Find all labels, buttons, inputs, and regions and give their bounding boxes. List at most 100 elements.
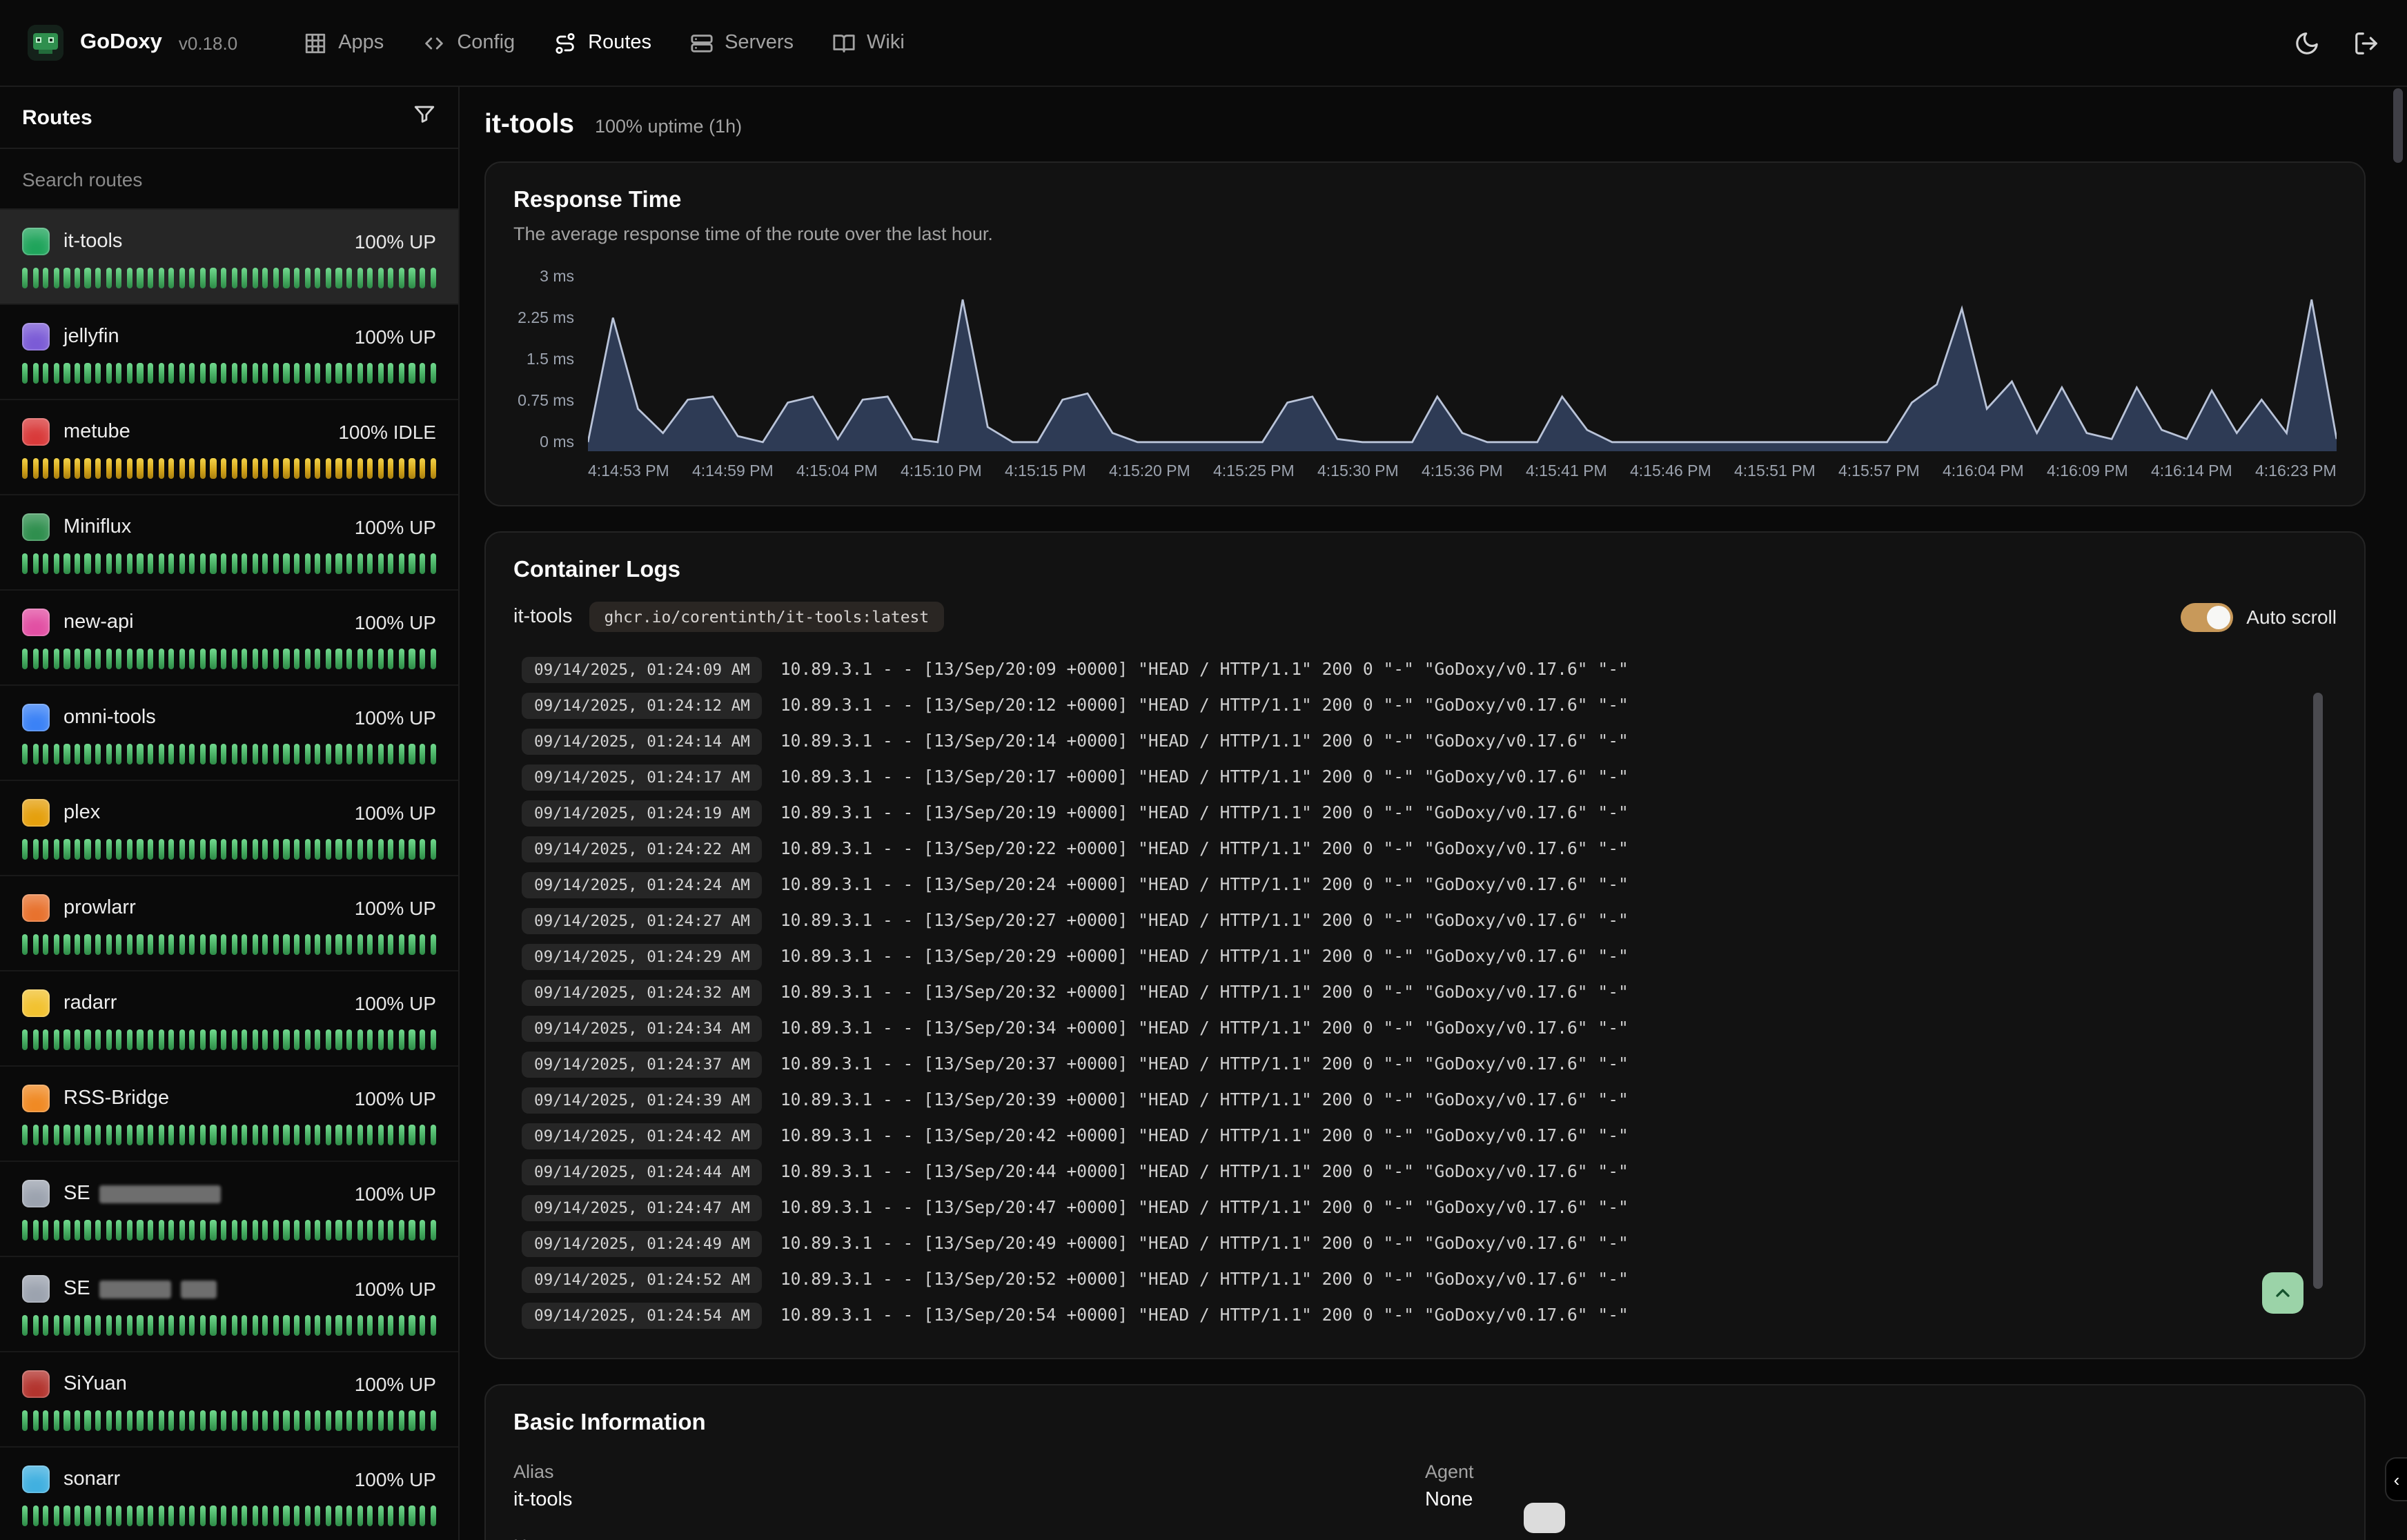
route-item-it-tools[interactable]: it-tools100% UP <box>0 210 458 305</box>
uptime-bar <box>53 934 59 955</box>
log-scrollbar-thumb[interactable] <box>2313 693 2323 1289</box>
uptime-bar <box>388 1506 393 1526</box>
route-item-sonarr[interactable]: sonarr100% UP <box>0 1448 458 1540</box>
nav-item-servers[interactable]: Servers <box>690 31 794 55</box>
panel-collapse-tab[interactable]: ‹ <box>2385 1457 2407 1501</box>
route-item-miniflux[interactable]: Miniflux100% UP <box>0 495 458 591</box>
theme-toggle-moon-icon[interactable] <box>2294 30 2320 56</box>
route-item-plex[interactable]: plex100% UP <box>0 781 458 876</box>
uptime-bar <box>43 1506 48 1526</box>
server-icon <box>690 31 714 55</box>
route-status: 100% UP <box>355 707 436 729</box>
uptime-bar <box>106 1315 111 1336</box>
uptime-bar <box>137 934 143 955</box>
uptime-bar <box>221 649 226 669</box>
nav-item-routes[interactable]: Routes <box>553 31 651 55</box>
route-item-metube[interactable]: metube100% IDLE <box>0 400 458 495</box>
route-item-se-1[interactable]: SE100% UP <box>0 1162 458 1257</box>
log-timestamp-pill: 09/14/2025, 01:24:54 AM <box>522 1302 763 1328</box>
uptime-bar <box>294 363 299 384</box>
uptime-bar <box>294 1315 299 1336</box>
uptime-bar <box>357 934 362 955</box>
route-item-prowlarr[interactable]: prowlarr100% UP <box>0 876 458 971</box>
uptime-bar <box>75 1315 80 1336</box>
uptime-bar <box>284 744 289 764</box>
uptime-bar <box>75 744 80 764</box>
uptime-bar <box>190 1315 195 1336</box>
route-item-radarr[interactable]: radarr100% UP <box>0 971 458 1067</box>
uptime-bar <box>263 1315 268 1336</box>
route-name: new-api <box>63 611 134 633</box>
scroll-to-bottom-button[interactable] <box>2262 1272 2303 1314</box>
logout-icon[interactable] <box>2353 30 2379 56</box>
log-timestamp-pill: 09/14/2025, 01:24:17 AM <box>522 764 763 790</box>
main-content: it-tools 100% uptime (1h) Response Time … <box>460 87 2407 1540</box>
uptime-bar <box>430 1125 435 1145</box>
route-item-jellyfin[interactable]: jellyfin100% UP <box>0 305 458 400</box>
uptime-bar <box>430 553 435 574</box>
uptime-bar <box>190 1410 195 1431</box>
uptime-bar <box>85 1315 90 1336</box>
auto-scroll-toggle[interactable] <box>2180 602 2232 631</box>
log-message: 10.89.3.1 - - [13/Sep/20:52 +0000] "HEAD… <box>780 1270 1629 1289</box>
uptime-bar <box>64 268 70 288</box>
nav-item-config[interactable]: Config <box>422 31 515 55</box>
uptime-bar <box>148 1506 153 1526</box>
log-row: 09/14/2025, 01:24:22 AM10.89.3.1 - - [13… <box>522 831 2337 867</box>
prowlarr-app-icon <box>22 894 50 922</box>
log-row: 09/14/2025, 01:24:14 AM10.89.3.1 - - [13… <box>522 723 2337 759</box>
uptime-bar <box>190 458 195 479</box>
uptime-bar <box>252 458 257 479</box>
route-item-new-api[interactable]: new-api100% UP <box>0 591 458 686</box>
route-item-se-2[interactable]: SE100% UP <box>0 1257 458 1352</box>
uptime-bar <box>127 839 132 860</box>
siyuan-app-icon <box>22 1370 50 1398</box>
uptime-bar <box>200 839 206 860</box>
uptime-bar <box>168 934 174 955</box>
uptime-bar <box>106 1506 111 1526</box>
filter-icon[interactable] <box>413 102 436 132</box>
route-item-rss-bridge[interactable]: RSS-Bridge100% UP <box>0 1067 458 1162</box>
plex-app-icon <box>22 799 50 827</box>
uptime-bar <box>32 268 38 288</box>
search-input[interactable] <box>0 168 458 190</box>
log-message: 10.89.3.1 - - [13/Sep/20:19 +0000] "HEAD… <box>780 803 1629 822</box>
uptime-bar <box>221 1315 226 1336</box>
page-scrollbar-thumb[interactable] <box>2393 88 2403 163</box>
uptime-bar <box>284 1220 289 1241</box>
uptime-bar <box>116 458 121 479</box>
uptime-bar <box>106 363 111 384</box>
uptime-bar <box>304 363 310 384</box>
uptime-bar <box>263 268 268 288</box>
uptime-bar <box>210 268 216 288</box>
uptime-bar <box>284 268 289 288</box>
uptime-bar <box>242 934 247 955</box>
uptime-bar <box>242 458 247 479</box>
metube-app-icon <box>22 418 50 446</box>
route-status: 100% UP <box>355 326 436 348</box>
uptime-bar <box>22 1029 28 1050</box>
log-row: 09/14/2025, 01:24:12 AM10.89.3.1 - - [13… <box>522 687 2337 723</box>
uptime-bar <box>304 1506 310 1526</box>
uptime-bar <box>231 1506 237 1526</box>
uptime-bar <box>420 1506 425 1526</box>
uptime-bar <box>231 1029 237 1050</box>
uptime-bar <box>200 744 206 764</box>
uptime-bar <box>304 1410 310 1431</box>
uptime-bar <box>127 268 132 288</box>
uptime-bar <box>179 458 184 479</box>
route-item-siyuan[interactable]: SiYuan100% UP <box>0 1352 458 1448</box>
uptime-badge: 100% uptime (1h) <box>595 116 742 137</box>
nav-item-apps[interactable]: Apps <box>304 31 384 55</box>
uptime-bar <box>190 553 195 574</box>
route-item-omni-tools[interactable]: omni-tools100% UP <box>0 686 458 781</box>
nav-item-wiki[interactable]: Wiki <box>832 31 905 55</box>
logs-subheader: it-tools ghcr.io/corentinth/it-tools:lat… <box>513 602 2337 632</box>
uptime-bar <box>336 1506 342 1526</box>
uptime-bar <box>200 363 206 384</box>
book-icon <box>832 31 856 55</box>
uptime-bar <box>221 934 226 955</box>
uptime-bar <box>377 649 383 669</box>
uptime-bar <box>252 1410 257 1431</box>
uptime-bar <box>200 268 206 288</box>
